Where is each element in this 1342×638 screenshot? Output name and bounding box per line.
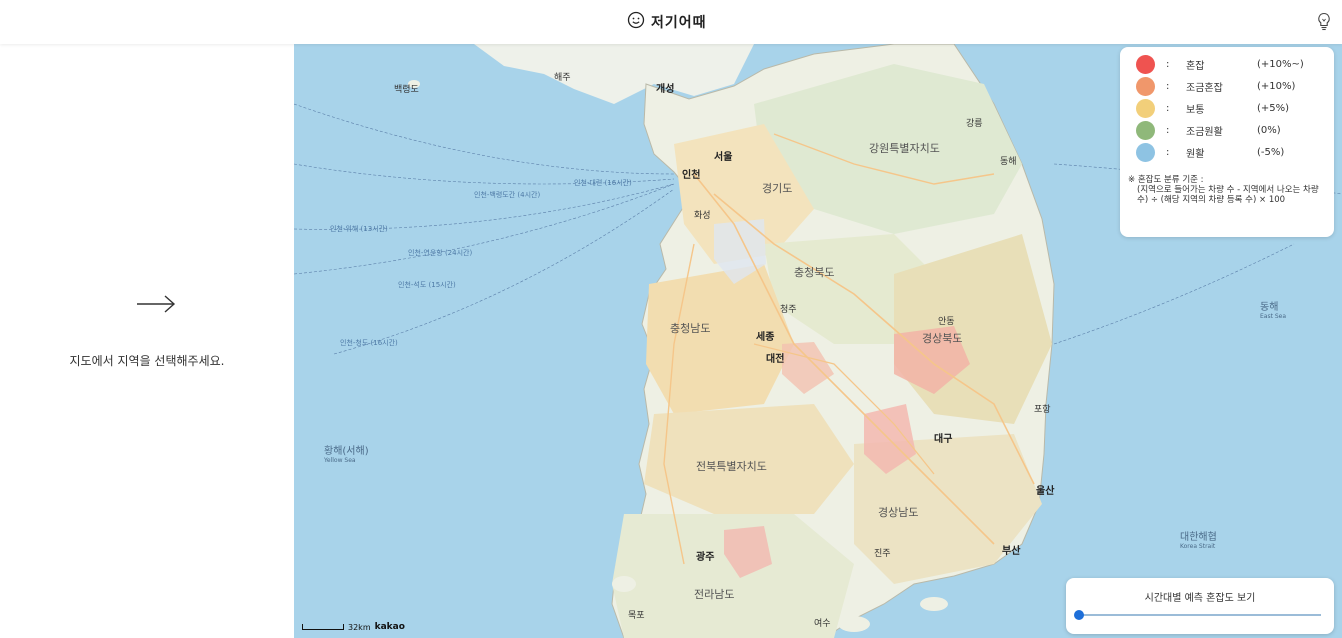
map-label-suwon: 화성 <box>694 211 711 221</box>
map-label-daegu: 대구 <box>934 434 953 445</box>
legend-range: (+5%) <box>1257 102 1290 114</box>
sea-label-korea-strait: 대한해협 Korea Strait <box>1180 532 1217 550</box>
ferry-route-label: 인천-대련 (16시간) <box>574 179 632 187</box>
legend-range: (-5%) <box>1257 146 1285 158</box>
map-label-jinju: 진주 <box>874 549 891 559</box>
map-label-haeju: 해주 <box>554 73 571 83</box>
legend-swatch <box>1136 76 1155 96</box>
legend-swatch <box>1136 142 1155 162</box>
map-label-sejong: 세종 <box>756 332 775 343</box>
legend-label: 원활 <box>1186 148 1205 160</box>
map-label-gwangju: 광주 <box>696 552 715 563</box>
legend-label: 조금원활 <box>1186 126 1223 138</box>
map-label-yeosu: 여수 <box>814 619 831 629</box>
map-label-gyeongnam: 경상남도 <box>878 506 919 519</box>
legend-range: (0%) <box>1257 124 1281 136</box>
top-bar: 저기어때 <box>0 0 1342 44</box>
map-label-chungnam: 충청남도 <box>670 322 711 335</box>
legend-note-body: (지역으로 들어가는 차량 수 - 지역에서 나오는 차량 수) ÷ (해당 지… <box>1137 185 1319 205</box>
smile-icon <box>627 11 645 33</box>
ferry-route-label: 인천-위해 (13시간) <box>330 225 388 233</box>
legend-item-smooth: : 원활 (-5%) <box>1136 142 1284 162</box>
sea-label-east: 동해 East Sea <box>1260 302 1287 320</box>
select-region-prompt: 지도에서 지역을 선택해주세요. <box>69 354 225 368</box>
arrow-right-icon <box>136 290 176 322</box>
map-label-gangwon: 강원특별자치도 <box>869 142 940 155</box>
legend-item-slightly-congested: : 조금혼잡 (+10%) <box>1136 76 1295 96</box>
map-label-baengnyeongdo: 백령도 <box>394 85 419 95</box>
map-label-gyeongbuk: 경상북도 <box>922 332 963 345</box>
ferry-route-label: 인천-연운항 (24시간) <box>408 249 473 257</box>
ferry-route-label: 인천-청도 (16시간) <box>340 339 398 347</box>
map-provider-logo: kakao <box>374 622 405 632</box>
time-slider-track[interactable] <box>1078 614 1321 616</box>
map-label-busan: 부산 <box>1002 546 1021 557</box>
legend-range: (+10%~) <box>1257 58 1304 70</box>
map-label-ulsan: 울산 <box>1036 486 1055 497</box>
map-label-chungbuk: 충청북도 <box>794 266 835 279</box>
legend-range: (+10%) <box>1257 80 1296 92</box>
lightbulb-icon[interactable] <box>1317 12 1331 36</box>
legend-label: 혼잡 <box>1186 60 1205 72</box>
sea-label-yellow: 황해(서해) Yellow Sea <box>324 446 369 464</box>
legend-label: 조금혼잡 <box>1186 82 1223 94</box>
map-label-gaeseong: 개성 <box>656 84 675 95</box>
time-prediction-panel: 시간대별 예측 혼잡도 보기 <box>1066 578 1334 634</box>
map-scale: 32km kakao <box>302 622 405 632</box>
legend-swatch <box>1136 98 1155 118</box>
map-label-gyeonggi: 경기도 <box>762 182 793 195</box>
map-label-gangneung: 강릉 <box>966 119 983 129</box>
ferry-route-label: 인천-백령도간 (4시간) <box>474 191 541 199</box>
map-label-donghae-city: 동해 <box>1000 157 1017 167</box>
legend-swatch <box>1136 54 1155 74</box>
map-label-andong: 안동 <box>938 317 955 327</box>
legend-swatch <box>1136 120 1155 140</box>
legend-note-title: ※ 혼잡도 분류 기준 : <box>1128 175 1204 185</box>
map-label-mokpo: 목포 <box>628 611 645 621</box>
map-label-pohang: 포항 <box>1034 405 1051 415</box>
map-label-incheon: 인천 <box>682 170 701 181</box>
map-label-jeonnam: 전라남도 <box>694 588 735 601</box>
congestion-legend: : 혼잡 (+10%~) : 조금혼잡 (+10%) : 보통 (+5%) : … <box>1120 47 1334 237</box>
legend-item-normal: : 보통 (+5%) <box>1136 98 1289 118</box>
time-panel-title: 시간대별 예측 혼잡도 보기 <box>1144 593 1256 604</box>
legend-item-slightly-smooth: : 조금원활 (0%) <box>1136 120 1281 140</box>
map-label-daejeon: 대전 <box>766 354 785 365</box>
region-info-panel <box>0 44 294 638</box>
scale-bar <box>302 624 344 630</box>
map-label-cheongju: 청주 <box>780 305 797 315</box>
app-title: 저기어때 <box>651 15 707 31</box>
time-slider-thumb[interactable] <box>1074 610 1084 620</box>
legend-label: 보통 <box>1186 104 1205 116</box>
scale-label: 32km <box>348 622 371 632</box>
ferry-route-label: 인천-석도 (15시간) <box>398 281 456 289</box>
map-label-seoul: 서울 <box>714 152 733 163</box>
legend-item-congested: : 혼잡 (+10%~) <box>1136 54 1304 74</box>
map-label-jeonbuk: 전북특별자치도 <box>696 460 767 473</box>
legend-criteria-note: ※ 혼잡도 분류 기준 : (지역으로 들어가는 차량 수 - 지역에서 나오는… <box>1128 175 1328 205</box>
brand[interactable]: 저기어때 <box>627 11 707 33</box>
